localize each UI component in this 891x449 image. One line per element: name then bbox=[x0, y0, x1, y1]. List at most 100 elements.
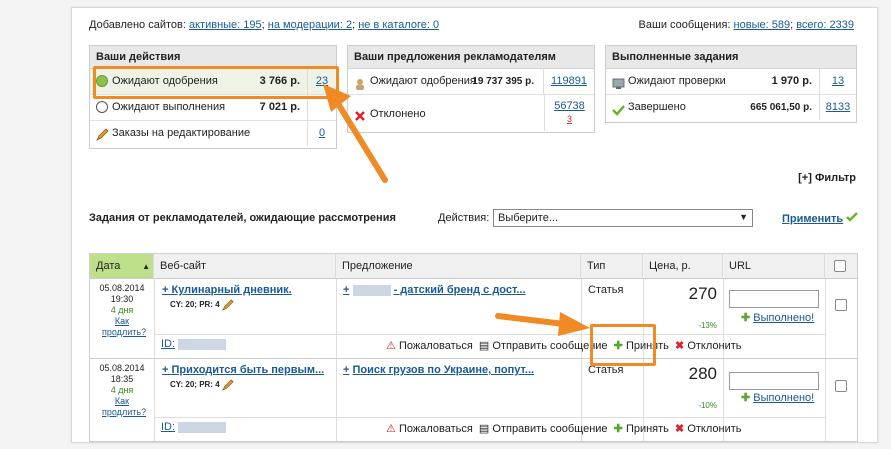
row-checkbox[interactable] bbox=[835, 380, 847, 392]
row-id-label[interactable]: ID: bbox=[161, 338, 175, 350]
warning-icon: ⚠ bbox=[386, 423, 396, 435]
extend-link[interactable]: Как продлить? bbox=[102, 316, 146, 338]
offer-link[interactable]: Поиск грузов по Украине, попут... bbox=[353, 364, 535, 376]
offers-row-value: 19 737 395 р. bbox=[472, 76, 534, 87]
done-row-review[interactable]: Ожидают проверки 1 970 р. 13 bbox=[606, 69, 856, 95]
offers-row-sub-link[interactable]: 3 bbox=[567, 114, 572, 124]
row-site-cell: + Кулинарный дневник. CY: 20; PR: 4 bbox=[162, 284, 292, 311]
filter-toggle[interactable]: [+] Фильтр bbox=[798, 172, 856, 184]
active-sites-link[interactable]: активные: 195 bbox=[189, 19, 262, 31]
reject-button[interactable]: ✖ Отклонить bbox=[675, 423, 741, 435]
accept-button[interactable]: ✚ Принять bbox=[614, 423, 669, 435]
complain-label: Пожаловаться bbox=[398, 340, 473, 352]
row-offer-cell: + - датский бренд с дост... bbox=[343, 284, 526, 296]
row-days: 4 дня bbox=[110, 305, 134, 315]
moderation-sites-link[interactable]: на модерации: 2 bbox=[268, 19, 352, 31]
plus-icon: ✚ bbox=[741, 392, 751, 404]
done-box: Выполненные задания Ожидают проверки 1 9… bbox=[605, 45, 857, 123]
apply-button-label: Применить bbox=[782, 213, 844, 225]
row-id-label[interactable]: ID: bbox=[161, 421, 175, 433]
row-date: 05.08.2014 bbox=[99, 283, 145, 293]
done-title: Выполненные задания bbox=[606, 46, 856, 69]
checkmark-icon bbox=[612, 101, 625, 116]
url-input[interactable] bbox=[729, 372, 819, 390]
done-row-count-link[interactable]: 8133 bbox=[819, 95, 856, 120]
offers-row-count-link[interactable]: 119891 bbox=[543, 69, 594, 94]
tasks-table: Дата ▲ Веб-сайт Предложение Тип Цена, р.… bbox=[89, 253, 858, 442]
actions-row-label: Заказы на редактирование bbox=[112, 127, 251, 139]
done-button[interactable]: ✚ Выполнено! bbox=[741, 311, 814, 324]
complain-label: Пожаловаться bbox=[398, 423, 473, 435]
added-sites-label: Добавлено сайтов: bbox=[89, 19, 186, 31]
catalog-sites-link[interactable]: не в каталоге: 0 bbox=[358, 19, 439, 31]
row-time: 18:35 bbox=[110, 374, 134, 384]
done-row-label: Ожидают проверки bbox=[628, 75, 726, 87]
done-row-value: 1 970 р. bbox=[771, 75, 812, 87]
column-header-date[interactable]: Дата ▲ bbox=[90, 254, 154, 279]
row-id: ID: bbox=[161, 421, 227, 433]
site-link[interactable]: + Приходится быть первым... bbox=[162, 364, 324, 376]
apply-button[interactable]: Применить bbox=[782, 212, 859, 225]
offer-link[interactable]: - датский бренд с дост... bbox=[394, 284, 526, 296]
all-messages-link[interactable]: всего: 2339 bbox=[796, 19, 854, 31]
orange-arrow-icon bbox=[323, 84, 388, 183]
pencil-icon bbox=[96, 126, 109, 141]
row-date-cell: 05.08.2014 18:35 4 дня Как продлить? bbox=[90, 363, 154, 418]
site-metrics: CY: 20; PR: 4 bbox=[170, 300, 220, 310]
messages-label: Ваши сообщения: bbox=[638, 19, 731, 31]
done-row-finished[interactable]: Завершено 665 061,50 р. 8133 bbox=[606, 95, 856, 120]
row-checkbox[interactable] bbox=[835, 299, 847, 311]
reject-label: Отклонить bbox=[687, 423, 742, 435]
pencil-icon[interactable] bbox=[221, 379, 234, 391]
url-input[interactable] bbox=[729, 290, 819, 308]
actions-select[interactable]: Выберите... ▼ bbox=[493, 209, 753, 227]
complain-button[interactable]: ⚠ Пожаловаться bbox=[386, 423, 473, 435]
row-actions: ⚠ Пожаловаться ▤ Отправить сообщение ✚ П… bbox=[386, 339, 742, 352]
document-icon: ▤ bbox=[478, 423, 490, 435]
checkmark-icon bbox=[846, 212, 859, 222]
red-x-icon: ✖ bbox=[675, 340, 685, 352]
offers-row-count-cell: 56738 3 bbox=[544, 95, 594, 131]
done-row-label: Завершено bbox=[628, 101, 686, 113]
clock-icon bbox=[96, 101, 108, 113]
redacted-id bbox=[178, 338, 227, 350]
complain-button[interactable]: ⚠ Пожаловаться bbox=[386, 340, 473, 352]
accept-label: Принять bbox=[625, 423, 669, 435]
offers-row-count-link[interactable]: 56738 bbox=[554, 100, 585, 112]
offer-expand-link[interactable]: + bbox=[343, 364, 349, 376]
messages-summary: Ваши сообщения: новые: 589; всего: 2339 bbox=[638, 19, 854, 31]
plus-icon: ✚ bbox=[741, 312, 751, 324]
site-link[interactable]: + Кулинарный дневник. bbox=[162, 284, 292, 296]
row-type: Статья bbox=[588, 284, 624, 296]
actions-row-edit-orders[interactable]: Заказы на редактирование 0 bbox=[90, 121, 336, 146]
column-header-label: Дата bbox=[96, 260, 121, 272]
sites-summary: Добавлено сайтов: активные: 195; на моде… bbox=[89, 19, 440, 31]
column-header-url: URL bbox=[723, 254, 825, 279]
row-time: 19:30 bbox=[110, 294, 134, 304]
send-message-button[interactable]: ▤ Отправить сообщение bbox=[479, 423, 608, 435]
pencil-icon[interactable] bbox=[221, 299, 234, 311]
send-message-button[interactable]: ▤ Отправить сообщение bbox=[479, 340, 608, 352]
done-button-label: Выполнено! bbox=[753, 392, 815, 404]
row-date: 05.08.2014 bbox=[99, 363, 145, 373]
red-x-icon: ✖ bbox=[675, 423, 685, 435]
warning-icon: ⚠ bbox=[386, 340, 396, 352]
actions-select-label: Действия: bbox=[438, 212, 490, 224]
row-site-cell: + Приходится быть первым... CY: 20; PR: … bbox=[162, 364, 324, 391]
offer-expand-link[interactable]: + bbox=[343, 284, 349, 296]
done-row-count-link[interactable]: 13 bbox=[819, 69, 856, 94]
row-id: ID: bbox=[161, 338, 227, 350]
plus-icon: ✚ bbox=[613, 423, 623, 435]
done-button-label: Выполнено! bbox=[753, 312, 815, 324]
select-all-checkbox[interactable] bbox=[834, 260, 846, 272]
done-button[interactable]: ✚ Выполнено! bbox=[741, 391, 814, 404]
new-messages-link[interactable]: новые: 589 bbox=[734, 19, 791, 31]
offers-title: Ваши предложения рекламодателям bbox=[348, 46, 594, 69]
actions-select-value: Выберите... bbox=[498, 212, 559, 224]
extend-link[interactable]: Как продлить? bbox=[102, 396, 146, 418]
column-header-price: Цена, р. bbox=[643, 254, 723, 279]
row-price: 280 bbox=[688, 364, 717, 383]
document-icon: ▤ bbox=[478, 340, 490, 352]
reject-button[interactable]: ✖ Отклонить bbox=[675, 340, 741, 352]
monitor-icon bbox=[612, 75, 625, 89]
